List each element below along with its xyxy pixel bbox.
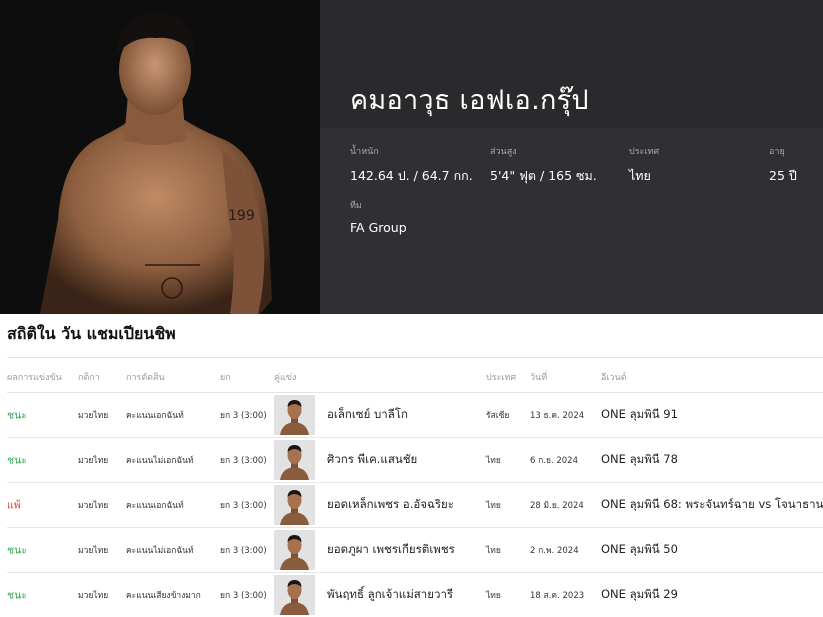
discipline-cell: มวยไทย — [78, 501, 109, 511]
stat-country-value: ไทย — [629, 168, 651, 183]
discipline-cell: มวยไทย — [78, 591, 109, 601]
opponent-avatar[interactable] — [274, 440, 315, 480]
date-cell: 28 มิ.ย. 2024 — [530, 501, 584, 511]
opponent-link[interactable]: ศิวกร พีเค.แสนชัย — [327, 451, 417, 469]
stat-height: ส่วนสูง 5'4" ฟุต / 165 ซม. — [490, 144, 597, 186]
result-badge: ชนะ — [7, 589, 27, 602]
svg-text:199: 199 — [228, 208, 255, 224]
country-cell: ไทย — [486, 501, 501, 511]
event-link[interactable]: ONE ลุมพินี 29 — [601, 586, 678, 604]
discipline-cell: มวยไทย — [78, 456, 109, 466]
event-link[interactable]: ONE ลุมพินี 91 — [601, 406, 678, 424]
round-cell: ยก 3 (3:00) — [220, 546, 267, 556]
result-badge: ชนะ — [7, 544, 27, 557]
table-row: ชนะ มวยไทย คะแนนไม่เอกฉันท์ ยก 3 (3:00) ยอดภ… — [7, 528, 823, 573]
stat-team-value: FA Group — [350, 220, 407, 235]
country-cell: ไทย — [486, 546, 501, 556]
country-cell: ไทย — [486, 456, 501, 466]
header-country: ประเทศ — [486, 373, 517, 383]
opponent-link[interactable]: ยอดเหล็กเพชร อ.อัจฉริยะ — [327, 496, 454, 514]
result-badge: แพ้ — [7, 499, 21, 512]
stat-height-value: 5'4" ฟุต / 165 ซม. — [490, 168, 597, 183]
stat-team-label: ทีม — [350, 201, 362, 211]
record-table-body: ชนะ มวยไทย คะแนนเอกฉันท์ ยก 3 (3:00) อเล็กเซ… — [7, 393, 823, 617]
stat-weight-label: น้ำหนัก — [350, 147, 379, 157]
date-cell: 18 ส.ค. 2023 — [530, 591, 585, 601]
event-link[interactable]: ONE ลุมพินี 50 — [601, 541, 678, 559]
fighter-name: คมอาวุธ เอฟเอ.กรุ๊ป — [350, 85, 589, 116]
opponent-avatar[interactable] — [274, 395, 315, 435]
discipline-cell: มวยไทย — [78, 411, 109, 421]
stat-team: ทีม FA Group — [350, 198, 407, 235]
table-row: ชนะ มวยไทย คะแนนเอกฉันท์ ยก 3 (3:00) อเล็กเซ… — [7, 393, 823, 438]
stat-height-label: ส่วนสูง — [490, 147, 517, 157]
header-date: วันที่ — [530, 373, 548, 383]
method-cell: คะแนนเอกฉันท์ — [126, 411, 184, 421]
fighter-stats: น้ำหนัก 142.64 ป. / 64.7 กก. ส่วนสูง 5'4… — [320, 128, 823, 314]
header-event: อีเวนต์ — [601, 373, 627, 383]
country-cell: รัสเซีย — [486, 411, 510, 421]
method-cell: คะแนนเสียงข้างมาก — [126, 591, 201, 601]
opponent-link[interactable]: พันฤทธิ์ ลูกเจ้าแม่สายวารี — [327, 586, 453, 604]
discipline-cell: มวยไทย — [78, 546, 109, 556]
table-row: ชนะ มวยไทย คะแนนเสียงข้างมาก ยก 3 (3:00) พัน… — [7, 573, 823, 617]
table-row: ชนะ มวยไทย คะแนนไม่เอกฉันท์ ยก 3 (3:00) ศิวก… — [7, 438, 823, 483]
round-cell: ยก 3 (3:00) — [220, 411, 267, 421]
event-link[interactable]: ONE ลุมพินี 68: พระจันทร์ฉาย vs โจนาธาน — [601, 496, 823, 514]
result-badge: ชนะ — [7, 454, 27, 467]
country-cell: ไทย — [486, 591, 501, 601]
opponent-avatar[interactable] — [274, 575, 315, 615]
header-discipline: กติกา — [78, 373, 100, 383]
stat-age: อายุ 25 ปี — [769, 144, 797, 186]
record-table: ผลการแข่งขัน กติกา การตัดสิน ยก คู่แข่ง … — [7, 357, 823, 617]
record-table-header: ผลการแข่งขัน กติกา การตัดสิน ยก คู่แข่ง … — [7, 357, 823, 393]
header-round: ยก — [220, 373, 231, 383]
opponent-avatar[interactable] — [274, 530, 315, 570]
round-cell: ยก 3 (3:00) — [220, 591, 267, 601]
stat-country: ประเทศ ไทย — [629, 144, 659, 186]
stat-country-label: ประเทศ — [629, 147, 660, 157]
opponent-link[interactable]: ยอดภูผา เพชรเกียรติเพชร — [327, 541, 455, 559]
header-result: ผลการแข่งขัน — [7, 373, 62, 383]
stat-weight-value: 142.64 ป. / 64.7 กก. — [350, 168, 473, 183]
header-opponent: คู่แข่ง — [274, 373, 297, 383]
stat-age-label: อายุ — [769, 147, 785, 157]
record-title: สถิติใน วัน แชมเปียนชิพ — [7, 324, 176, 343]
fighter-photo: 199 — [0, 0, 320, 314]
fighter-info: คมอาวุธ เอฟเอ.กรุ๊ป น้ำหนัก 142.64 ป. / … — [320, 0, 823, 314]
opponent-avatar[interactable] — [274, 485, 315, 525]
method-cell: คะแนนเอกฉันท์ — [126, 501, 184, 511]
method-cell: คะแนนไม่เอกฉันท์ — [126, 546, 194, 556]
opponent-link[interactable]: อเล็กเซย์ บาลีโก — [327, 406, 408, 424]
fighter-hero: 199 คมอาวุธ เอฟเอ.กรุ๊ป น้ำหนัก 142.64 ป… — [0, 0, 823, 314]
date-cell: 2 ก.พ. 2024 — [530, 546, 579, 556]
stat-age-value: 25 ปี — [769, 168, 797, 183]
date-cell: 13 ธ.ค. 2024 — [530, 411, 585, 421]
round-cell: ยก 3 (3:00) — [220, 456, 267, 466]
method-cell: คะแนนไม่เอกฉันท์ — [126, 456, 194, 466]
date-cell: 6 ก.ย. 2024 — [530, 456, 578, 466]
round-cell: ยก 3 (3:00) — [220, 501, 267, 511]
header-method: การตัดสิน — [126, 373, 165, 383]
stat-weight: น้ำหนัก 142.64 ป. / 64.7 กก. — [350, 144, 473, 186]
result-badge: ชนะ — [7, 409, 27, 422]
table-row: แพ้ มวยไทย คะแนนเอกฉันท์ ยก 3 (3:00) ยอดเหล็… — [7, 483, 823, 528]
event-link[interactable]: ONE ลุมพินี 78 — [601, 451, 678, 469]
